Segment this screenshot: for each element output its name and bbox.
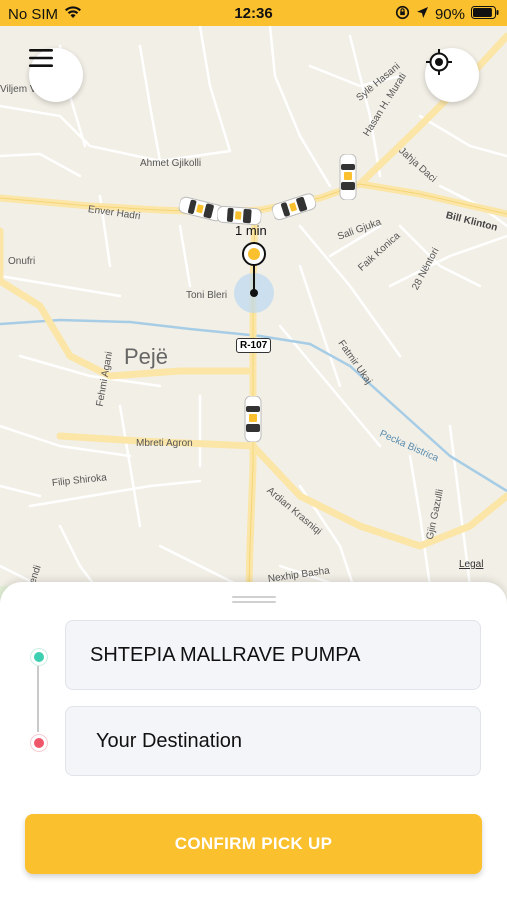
menu-button[interactable] [29,48,83,102]
status-right: 90% [395,5,499,24]
battery-icon [471,6,499,23]
map-view[interactable]: Viljem V Ahmet Gjikolli Enver Hadri Onuf… [0,26,507,626]
booking-sheet: SHTEPIA MALLRAVE PUMPA Your Destination … [0,582,507,900]
pickup-field[interactable]: SHTEPIA MALLRAVE PUMPA [65,620,481,690]
location-arrow-icon [416,6,429,23]
street-label-toni-bleri: Toni Bleri [186,290,228,301]
road-sign: R-107 [236,338,272,353]
locate-button[interactable] [425,48,479,102]
sheet-drag-handle[interactable] [232,596,276,604]
destination-field[interactable]: Your Destination [65,706,481,776]
pickup-dot [30,648,48,666]
battery-percent: 90% [434,6,465,23]
legal-link[interactable]: Legal [459,559,483,570]
lock-rotation-icon [395,5,410,24]
status-bar: No SIM 12:36 90% [0,0,507,26]
street-label-mbreti-agron: Mbreti Agron [136,438,193,449]
eta-label: 1 min [235,223,267,238]
street-label-ahmet-gjikolli: Ahmet Gjikolli [140,158,202,169]
street-label-onufri: Onufri [8,256,36,267]
destination-dot [30,734,48,752]
confirm-pickup-button[interactable]: CONFIRM PICK UP [25,814,482,874]
pickup-pin-icon[interactable] [228,241,280,321]
city-label: Pejë [124,344,169,369]
route-connector [37,666,39,732]
